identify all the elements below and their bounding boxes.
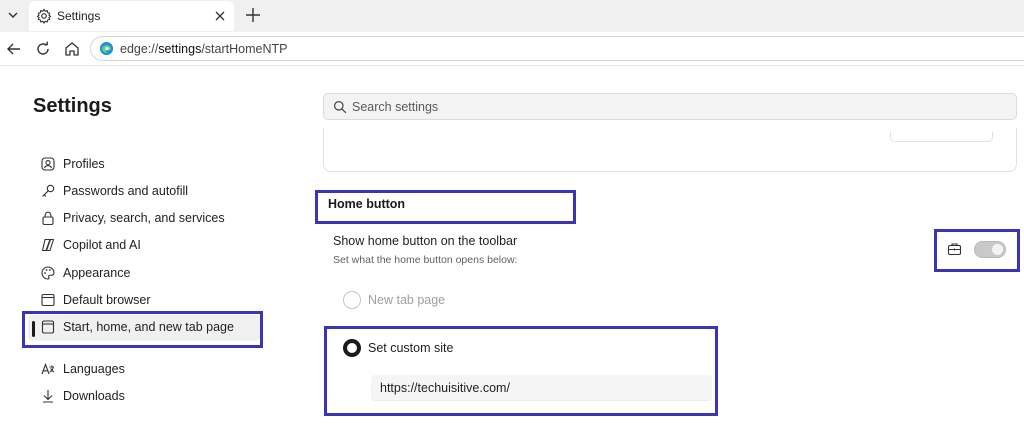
highlight-box-custom-site — [324, 326, 718, 416]
refresh-icon[interactable] — [34, 40, 52, 58]
gear-icon — [36, 8, 52, 24]
search-input[interactable] — [352, 98, 952, 116]
navigation-bar: edge://settings/startHomeNTP — [0, 32, 1024, 66]
new-tab-page-radio[interactable] — [343, 291, 361, 309]
previous-card-button[interactable] — [890, 132, 993, 142]
new-tab-page-label: New tab page — [368, 293, 446, 307]
sidebar-item-downloads[interactable]: Downloads — [28, 384, 260, 410]
profile-icon — [41, 157, 55, 171]
sidebar-item-languages[interactable]: Languages — [28, 357, 260, 383]
sidebar-item-copilot[interactable]: Copilot and AI — [28, 233, 260, 259]
sidebar-item-appearance[interactable]: Appearance — [28, 261, 260, 287]
languages-icon — [41, 362, 55, 375]
tab-title: Settings — [57, 9, 101, 23]
edge-logo-icon — [99, 41, 114, 56]
download-icon — [43, 390, 53, 403]
show-home-button-description: Set what the home button opens below: — [333, 254, 518, 266]
show-home-button-label: Show home button on the toolbar — [333, 234, 518, 248]
sidebar-item-passwords[interactable]: Passwords and autofill — [28, 179, 260, 205]
url-text: edge://settings/startHomeNTP — [120, 42, 288, 56]
highlight-box-section-title — [315, 190, 576, 224]
settings-title: Settings — [33, 95, 112, 117]
palette-icon — [41, 266, 55, 280]
address-bar[interactable]: edge://settings/startHomeNTP — [90, 36, 1024, 61]
tab-bar: Settings — [0, 0, 1024, 32]
highlight-box-toggle — [934, 229, 1020, 272]
browser-icon — [41, 293, 55, 307]
sidebar-item-profiles[interactable]: Profiles — [28, 152, 260, 178]
lock-icon — [42, 211, 54, 226]
home-icon[interactable] — [63, 40, 81, 58]
previous-settings-card — [323, 128, 1017, 172]
search-icon — [334, 101, 347, 114]
back-arrow-icon[interactable] — [5, 40, 23, 58]
tab-actions-chevron-icon[interactable] — [4, 5, 22, 25]
copilot-icon — [41, 238, 55, 252]
tab-settings[interactable]: Settings — [29, 1, 234, 31]
sidebar-item-privacy[interactable]: Privacy, search, and services — [28, 206, 260, 232]
search-box[interactable] — [323, 93, 1017, 120]
new-tab-plus-icon[interactable] — [244, 6, 262, 24]
key-icon — [42, 184, 55, 197]
highlight-box-sidebar — [22, 311, 263, 348]
close-icon[interactable] — [212, 8, 228, 24]
